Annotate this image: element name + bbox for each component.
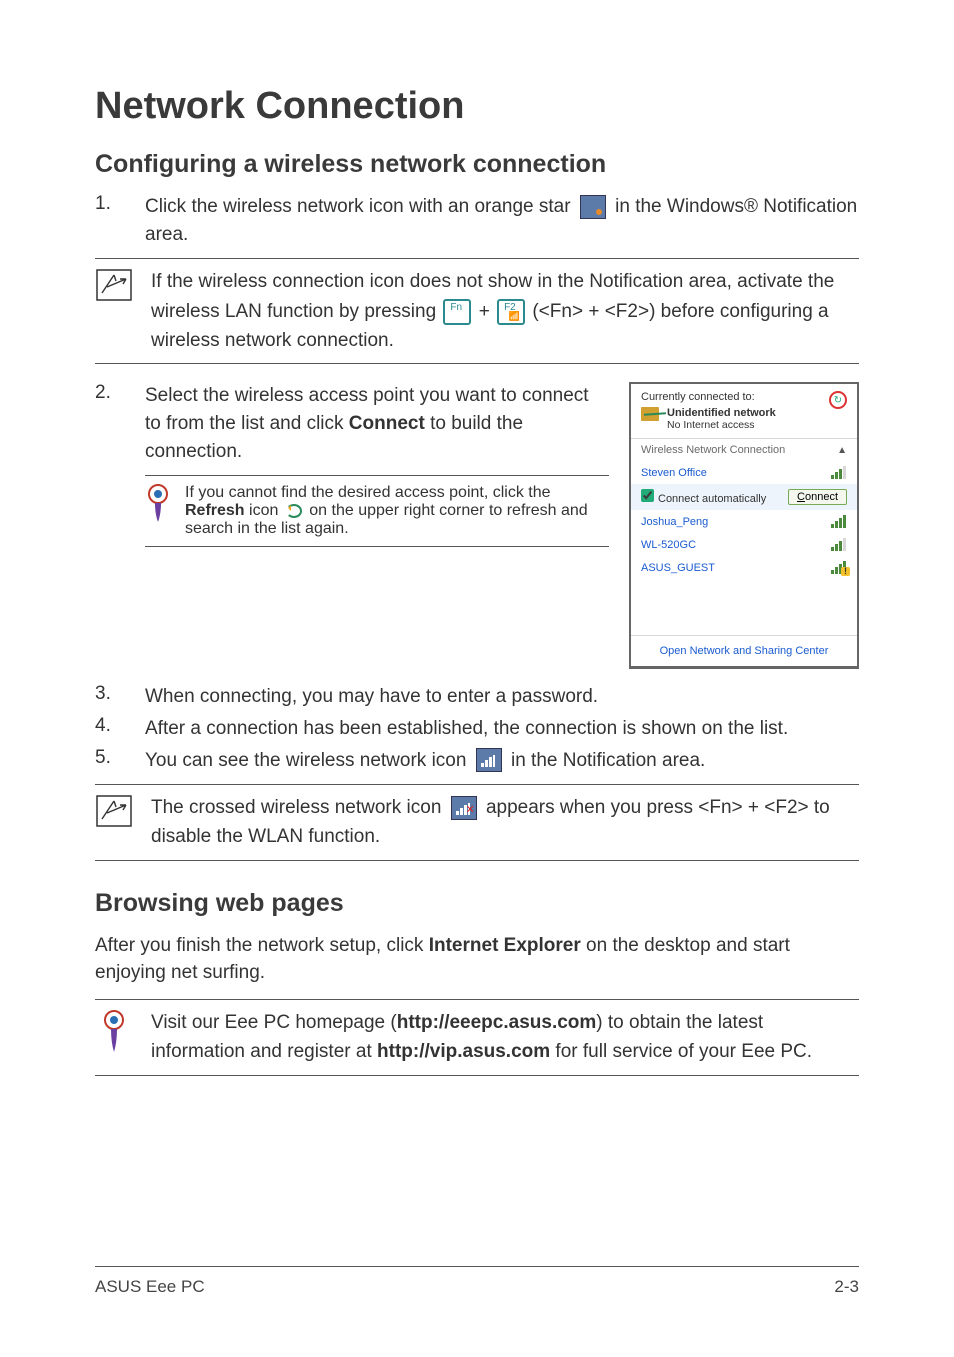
section-heading-config: Configuring a wireless network connectio…	[95, 150, 859, 179]
step-text: You can see the wireless network icon in…	[145, 747, 859, 775]
step-3: 3. When connecting, you may have to ente…	[95, 683, 859, 711]
text: icon	[245, 502, 283, 519]
step-number: 4.	[95, 715, 117, 743]
popup-footer-link[interactable]: Open Network and Sharing Center	[631, 635, 857, 666]
text: You can see the wireless network icon	[145, 750, 472, 771]
step-number: 5.	[95, 747, 117, 775]
text: for full service of your Eee PC.	[550, 1041, 812, 1062]
step-1: 1. Click the wireless network icon with …	[95, 193, 859, 248]
note-text: Visit our Eee PC homepage (http://eeepc.…	[151, 1008, 859, 1067]
step-number: 1.	[95, 193, 117, 248]
note-text: If the wireless connection icon does not…	[151, 267, 859, 355]
popup-unidentified-title: Unidentified network	[667, 407, 776, 419]
wireless-star-icon	[580, 195, 606, 219]
text: Visit our Eee PC homepage (	[151, 1012, 397, 1033]
note-icon	[96, 269, 132, 301]
network-name: WL-520GC	[641, 539, 696, 551]
step-number: 3.	[95, 683, 117, 711]
network-item[interactable]: ASUS_GUEST	[631, 556, 857, 579]
popup-refresh-button[interactable]: ↻	[829, 391, 847, 409]
note-homepage: Visit our Eee PC homepage (http://eeepc.…	[95, 999, 859, 1076]
popup-wnc-label: Wireless Network Connection	[641, 444, 785, 456]
text: Click the wireless network icon with an …	[145, 196, 576, 217]
auto-connect-checkbox[interactable]: Connect automatically	[641, 489, 766, 505]
network-status-icon	[641, 407, 659, 421]
section-heading-browsing: Browsing web pages	[95, 889, 859, 918]
ie-bold: Internet Explorer	[429, 935, 581, 956]
connect-button[interactable]: Connect	[788, 489, 847, 505]
network-popup: Currently connected to: Unidentified net…	[629, 382, 859, 669]
step-text: Select the wireless access point you wan…	[145, 382, 609, 465]
f2-key-icon: F2📶	[497, 299, 525, 325]
step-number: 2.	[95, 382, 117, 465]
url-bold-1: http://eeepc.asus.com	[397, 1012, 597, 1033]
key-label: Fn	[450, 302, 462, 313]
text: After you finish the network setup, clic…	[95, 935, 429, 956]
step-5: 5. You can see the wireless network icon…	[95, 747, 859, 775]
browsing-paragraph: After you finish the network setup, clic…	[95, 932, 859, 987]
popup-unidentified-sub: No Internet access	[667, 419, 776, 431]
step-text: After a connection has been established,…	[145, 715, 859, 743]
page-title: Network Connection	[95, 85, 859, 128]
url-bold-2: http://vip.asus.com	[377, 1041, 550, 1062]
tip-icon	[145, 484, 171, 524]
footer-right: 2-3	[834, 1277, 859, 1297]
fn-key-icon: Fn	[443, 299, 471, 325]
network-item[interactable]: Steven Office	[631, 461, 857, 484]
connect-btn-rest: onnect	[805, 491, 838, 503]
note-fn-f2: If the wireless connection icon does not…	[95, 258, 859, 364]
signal-icon	[831, 466, 847, 479]
page-footer: ASUS Eee PC 2-3	[95, 1266, 859, 1297]
network-item[interactable]: Joshua_Peng	[631, 510, 857, 533]
wireless-bars-icon	[476, 748, 502, 772]
step-text: When connecting, you may have to enter a…	[145, 683, 859, 711]
network-name: Steven Office	[641, 467, 707, 479]
text: If you cannot find the desired access po…	[185, 484, 551, 501]
wireless-crossed-icon	[451, 796, 477, 820]
signal-icon	[831, 561, 847, 574]
note-icon	[96, 795, 132, 827]
network-name: Joshua_Peng	[641, 516, 708, 528]
network-item[interactable]: WL-520GC	[631, 533, 857, 556]
step-text: Click the wireless network icon with an …	[145, 193, 859, 248]
step-4: 4. After a connection has been establish…	[95, 715, 859, 743]
signal-icon	[831, 538, 847, 551]
connect-bold: Connect	[349, 413, 425, 434]
network-name: ASUS_GUEST	[641, 562, 715, 574]
footer-left: ASUS Eee PC	[95, 1277, 205, 1297]
tip-icon	[101, 1010, 127, 1054]
note-crossed-icon: The crossed wireless network icon appear…	[95, 784, 859, 861]
refresh-icon	[286, 504, 302, 518]
text: in the Notification area.	[511, 750, 705, 771]
tip-refresh: If you cannot find the desired access po…	[145, 475, 609, 547]
connect-row: Connect automatically Connect	[631, 484, 857, 510]
chevron-up-icon[interactable]: ▲	[837, 445, 847, 456]
plus-text: +	[479, 301, 495, 322]
tip-text: If you cannot find the desired access po…	[185, 484, 609, 538]
refresh-bold: Refresh	[185, 502, 245, 519]
signal-icon	[831, 515, 847, 528]
popup-currently-label: Currently connected to:	[641, 391, 776, 403]
auto-connect-label: Connect automatically	[658, 493, 766, 505]
step-2: 2. Select the wireless access point you …	[95, 382, 609, 465]
note-text: The crossed wireless network icon appear…	[151, 793, 859, 852]
text: The crossed wireless network icon	[151, 797, 447, 818]
